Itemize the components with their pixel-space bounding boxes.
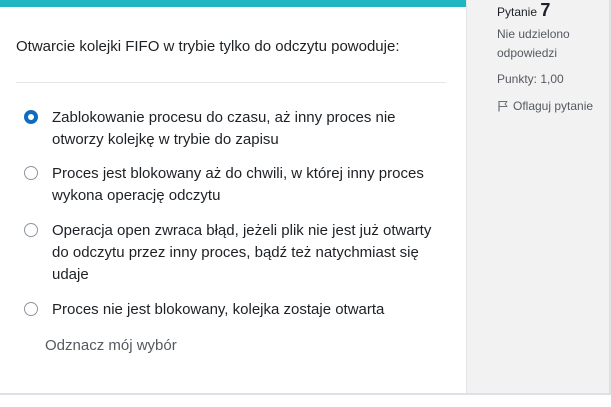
question-state: Nie udzielono odpowiedzi [497,27,570,60]
question-info-sidebar: Pytanie 7 Nie udzielono odpowiedzi Punkt… [466,0,609,393]
flag-question-link[interactable]: Oflaguj pytanie [497,97,593,116]
question-text: Otwarcie kolejki FIFO w trybie tylko do … [16,38,400,55]
question-divider [16,82,446,83]
quiz-page: Otwarcie kolejki FIFO w trybie tylko do … [0,0,611,407]
question-number-value: 7 [540,0,551,20]
flag-icon[interactable] [497,99,509,112]
question-content: Otwarcie kolejki FIFO w trybie tylko do … [0,0,466,393]
question-number-label: Pytanie [497,5,538,19]
bottom-divider [0,393,611,395]
answer-label[interactable]: Proces jest blokowany aż do chwili, w kt… [52,163,442,207]
clear-choice-link[interactable]: Odznacz mój wybór [45,336,177,356]
radio-button[interactable] [24,302,38,316]
answer-label[interactable]: Operacja open zwraca błąd, jeżeli plik n… [52,220,442,286]
radio-button-selected[interactable] [24,110,38,124]
answer-label[interactable]: Proces nie jest blokowany, kolejka zosta… [52,299,442,321]
radio-button[interactable] [24,223,38,237]
question-number: Pytanie 7 [497,0,550,22]
answer-label[interactable]: Zablokowanie procesu do czasu, aż inny p… [52,107,442,151]
flag-label[interactable]: Oflaguj pytanie [513,99,593,113]
question-top-accent-bar [0,0,466,7]
question-grade: Punkty: 1,00 [497,72,564,86]
radio-button[interactable] [24,166,38,180]
